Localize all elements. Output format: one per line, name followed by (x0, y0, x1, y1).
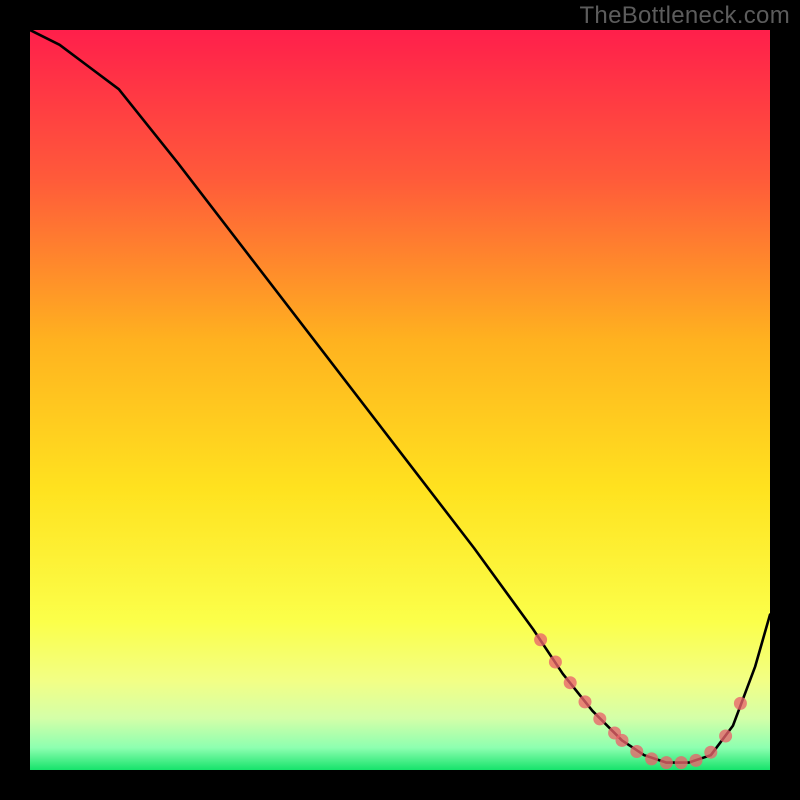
marker-dot (645, 752, 658, 765)
chart-svg (30, 30, 770, 770)
chart-plot (30, 30, 770, 770)
watermark-text: TheBottleneck.com (579, 2, 790, 30)
marker-dot (734, 697, 747, 710)
marker-dot (616, 734, 629, 747)
marker-dot (675, 756, 688, 769)
marker-dot (564, 676, 577, 689)
marker-dot (593, 712, 606, 725)
marker-dot (690, 754, 703, 767)
marker-dot (534, 633, 547, 646)
marker-dot (549, 656, 562, 669)
marker-dot (719, 730, 732, 743)
marker-dot (579, 695, 592, 708)
marker-dot (660, 756, 673, 769)
gradient-background (30, 30, 770, 770)
marker-dot (630, 745, 643, 758)
chart-frame: TheBottleneck.com (0, 0, 800, 800)
marker-dot (704, 746, 717, 759)
